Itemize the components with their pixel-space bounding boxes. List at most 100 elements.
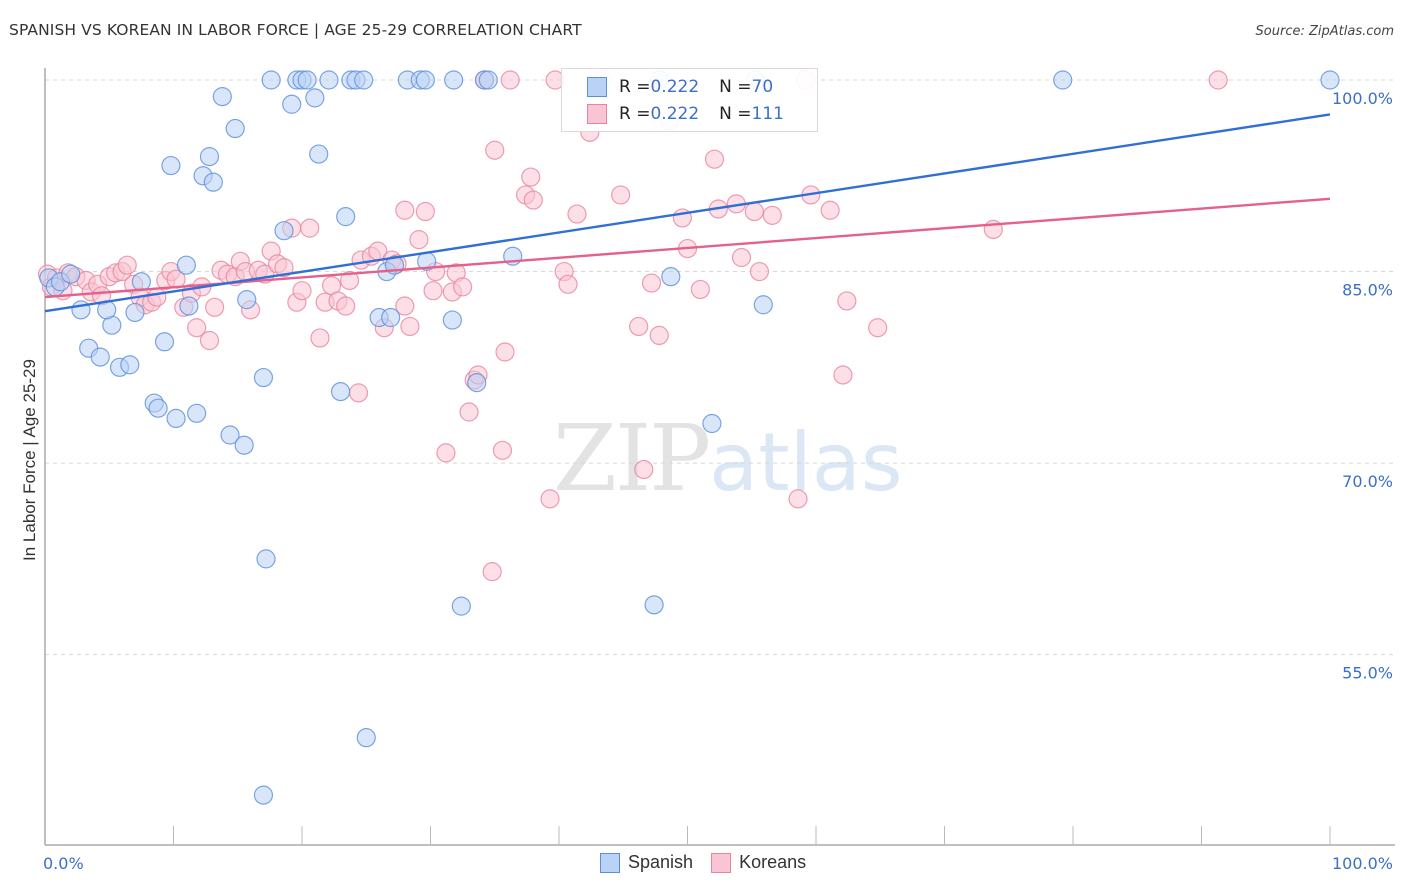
spanish-point xyxy=(1053,70,1073,90)
spanish-point xyxy=(253,785,274,805)
spanish-point xyxy=(212,87,232,107)
spanish-point xyxy=(166,408,186,429)
legend-item-koreans[interactable]: Koreans xyxy=(711,852,806,873)
koreans-point xyxy=(762,205,782,225)
spanish-point xyxy=(336,207,356,227)
koreans-point xyxy=(409,230,429,250)
koreans-point xyxy=(453,277,473,297)
koreans-point xyxy=(788,489,808,509)
koreans-point xyxy=(690,279,710,300)
koreans-point xyxy=(436,443,456,463)
y-tick-label: 55.0% xyxy=(1342,664,1393,683)
koreans-point xyxy=(500,70,520,90)
spanish-point xyxy=(61,264,81,284)
koreans-point xyxy=(523,190,543,210)
spanish-point xyxy=(451,596,471,616)
koreans-swatch xyxy=(587,104,607,124)
trendlines xyxy=(44,113,1331,313)
n-label: N = xyxy=(719,77,752,97)
koreans-point xyxy=(611,185,631,205)
spanish-point xyxy=(381,307,401,328)
spanish-point xyxy=(176,255,196,275)
spanish-point xyxy=(297,70,317,90)
spanish-point xyxy=(187,403,207,423)
r-label: R = xyxy=(619,77,651,97)
legend-row-koreans: R = 0.222 N = 111 xyxy=(587,102,784,126)
koreans-point xyxy=(147,287,167,307)
series-legend: Spanish Koreans xyxy=(600,852,824,873)
koreans-point xyxy=(820,200,840,220)
x-axis-ticks xyxy=(173,826,1331,845)
spanish-point xyxy=(225,118,245,139)
legend-label: Spanish xyxy=(628,852,694,872)
spanish-point xyxy=(354,70,374,90)
koreans-point xyxy=(833,365,853,385)
koreans-point xyxy=(837,291,857,311)
koreans-point xyxy=(415,201,435,222)
legend-row-spanish: R = 0.222 N = 70 xyxy=(587,75,773,99)
koreans-point xyxy=(558,274,578,294)
r-value: 0.222 xyxy=(650,77,700,97)
spanish-swatch xyxy=(587,77,607,97)
koreans-point xyxy=(495,342,515,362)
koreans-point xyxy=(117,255,137,275)
koreans-point xyxy=(482,562,502,582)
legend-item-spanish[interactable]: Spanish xyxy=(600,852,693,873)
koreans-point xyxy=(649,325,669,345)
koreans-point xyxy=(485,140,505,160)
spanish-point xyxy=(256,549,276,569)
n-value: 70 xyxy=(751,77,774,97)
spanish-point xyxy=(120,355,140,375)
koreans-point xyxy=(348,383,369,403)
spanish-point xyxy=(148,398,168,418)
spanish-point xyxy=(199,147,220,167)
spanish-point xyxy=(444,70,464,90)
spanish-point xyxy=(125,302,145,323)
koreans-point xyxy=(704,149,725,169)
spanish-point xyxy=(237,290,257,310)
koreans-point xyxy=(567,204,587,224)
x-tick-label-max: 100.0% xyxy=(1332,854,1393,873)
spanish-point xyxy=(753,295,773,315)
koreans-point xyxy=(395,200,415,220)
spanish-point xyxy=(90,347,110,367)
spanish-point xyxy=(330,381,351,402)
koreans-point xyxy=(1208,70,1228,90)
spanish-point xyxy=(234,435,254,455)
koreans-point xyxy=(310,328,330,348)
koreans-swatch xyxy=(711,852,732,873)
spanish-point xyxy=(305,88,325,108)
spanish-swatch xyxy=(600,852,620,873)
spanish-point xyxy=(253,367,274,388)
spanish-point xyxy=(478,70,498,90)
spanish-point xyxy=(644,595,664,615)
koreans-point xyxy=(731,247,752,268)
koreans-point xyxy=(423,281,443,301)
koreans-point xyxy=(336,296,356,316)
y-tick-label: 100.0% xyxy=(1332,89,1393,108)
koreans-point xyxy=(744,201,764,222)
scatter-chart: 100.0% 85.0% 70.0% 55.0% 0.0% 100.0% In Lab… xyxy=(20,68,1395,873)
koreans-point xyxy=(205,297,225,317)
koreans-point xyxy=(521,167,541,187)
koreans-point xyxy=(629,316,649,337)
axes xyxy=(44,68,1395,846)
r-label: R = xyxy=(619,104,651,124)
koreans-point xyxy=(749,261,770,282)
spanish-point xyxy=(1320,70,1340,90)
koreans-point xyxy=(641,273,662,293)
koreans-point xyxy=(199,330,220,351)
n-label: N = xyxy=(719,104,752,124)
x-tick-label-min: 0.0% xyxy=(43,854,84,873)
spanish-point xyxy=(274,221,294,241)
spanish-point xyxy=(442,310,462,330)
spanish-point xyxy=(179,296,199,316)
spanish-point xyxy=(415,70,435,90)
spanish-point xyxy=(319,70,339,90)
spanish-point xyxy=(356,728,376,748)
y-axis-label: In Labor Force | Age 25-29 xyxy=(20,359,39,561)
spanish-point xyxy=(261,70,281,90)
spanish-point xyxy=(282,94,302,114)
koreans-point xyxy=(492,440,513,460)
koreans-point xyxy=(459,402,479,422)
